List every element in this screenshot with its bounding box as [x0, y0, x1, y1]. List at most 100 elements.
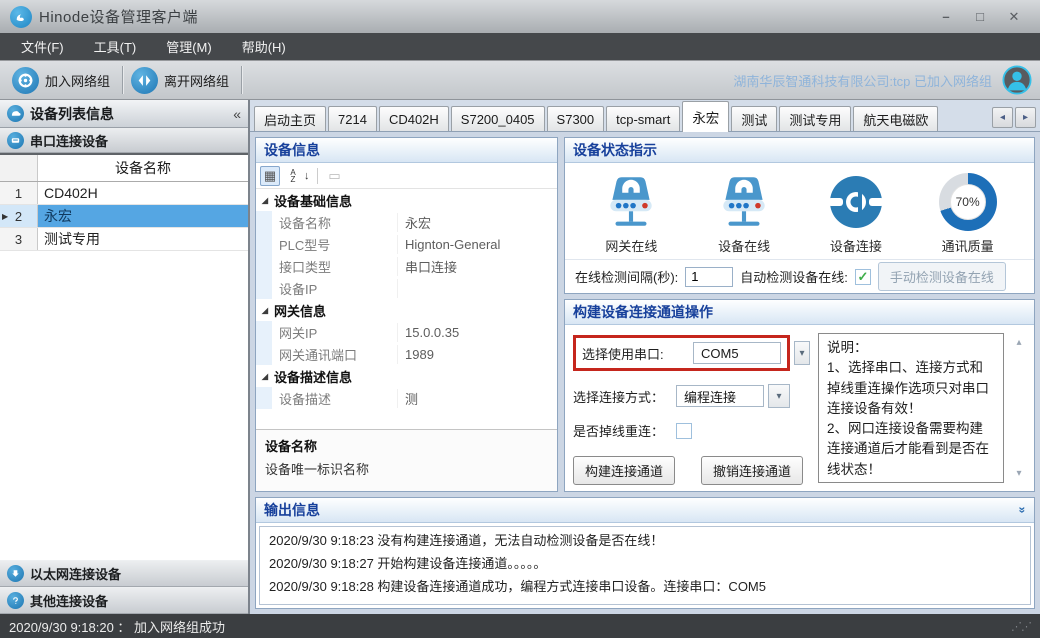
scroll-down-icon[interactable]	[1016, 468, 1021, 479]
connect-mode-combobox[interactable]: 编程连接	[676, 385, 764, 407]
device-name-cell[interactable]: 永宏	[38, 205, 248, 227]
section-serial-devices[interactable]: 串口连接设备	[0, 128, 248, 153]
tab-s7200-0405[interactable]: S7200_0405	[451, 106, 545, 131]
property-value[interactable]: 串口连接	[398, 257, 557, 276]
collapse-triangle-icon[interactable]	[256, 196, 274, 205]
property-label: 设备名称	[272, 213, 398, 232]
manual-detect-button[interactable]: 手动检测设备在线	[878, 262, 1006, 291]
property-label: 设备IP	[272, 279, 398, 298]
serial-port-combobox[interactable]: COM5	[693, 342, 781, 364]
section-ethernet-label: 以太网连接设备	[30, 564, 121, 583]
tab-scroll-left-icon[interactable]	[992, 107, 1013, 128]
device-status-title: 设备状态指示	[573, 140, 657, 160]
tab-yonghong-active[interactable]: 永宏	[682, 101, 729, 132]
minimize-button[interactable]	[930, 6, 962, 28]
group-description-info[interactable]: 设备描述信息	[256, 365, 557, 387]
property-value[interactable]: 1989	[398, 347, 557, 362]
tab-7214[interactable]: 7214	[328, 106, 377, 131]
scroll-up-icon[interactable]	[1016, 337, 1021, 348]
tab-test[interactable]: 测试	[731, 106, 777, 131]
comm-quality-icon: 70%	[939, 170, 997, 234]
serial-port-row: 选择使用串口: COM5	[573, 335, 810, 371]
sort-alphabetical-icon[interactable]	[283, 166, 303, 186]
leave-network-button[interactable]: 离开网络组	[125, 63, 239, 97]
menu-help[interactable]: 帮助(H)	[227, 33, 301, 60]
description-title: 设备名称	[265, 436, 548, 455]
collapse-output-icon[interactable]	[1016, 507, 1030, 514]
device-list-sidebar: 设备列表信息 串口连接设备 设备名称 1 CD402H 2	[0, 100, 250, 614]
property-value[interactable]: Hignton-General	[398, 237, 557, 252]
log-line: 2020/9/30 9:18:28 构建设备连接通道成功，编程方式连接串口设备。…	[269, 576, 1021, 599]
serial-port-dropdown-icon[interactable]	[794, 341, 810, 365]
instructions-scrollbar[interactable]	[1012, 333, 1026, 483]
leave-network-label: 离开网络组	[164, 71, 229, 90]
menu-file[interactable]: 文件(F)	[6, 33, 79, 60]
property-value[interactable]: 永宏	[398, 213, 557, 232]
tab-tcp-smart[interactable]: tcp-smart	[606, 106, 680, 131]
table-row[interactable]: 3 测试专用	[0, 228, 248, 251]
collapse-triangle-icon[interactable]	[256, 372, 274, 381]
comm-quality-indicator: 70% 通讯质量	[939, 170, 997, 255]
menu-tools[interactable]: 工具(T)	[79, 33, 152, 60]
auto-detect-checkbox[interactable]	[855, 269, 871, 285]
property-pages-icon[interactable]	[325, 166, 345, 186]
resize-grip[interactable]	[1011, 620, 1031, 633]
property-label: 接口类型	[272, 257, 398, 276]
tab-cd402h[interactable]: CD402H	[379, 106, 449, 131]
interval-input[interactable]	[685, 267, 733, 287]
window-title: Hinode设备管理客户端	[39, 6, 198, 27]
property-row[interactable]: PLC型号 Hignton-General	[256, 233, 557, 255]
row-number: 1	[0, 182, 38, 204]
tab-scroll-right-icon[interactable]	[1015, 107, 1036, 128]
device-name-cell[interactable]: 测试专用	[38, 228, 248, 250]
collapse-triangle-icon[interactable]	[256, 306, 274, 315]
device-name-cell[interactable]: CD402H	[38, 182, 248, 204]
section-other-devices[interactable]: 其他连接设备	[0, 587, 248, 614]
revoke-channel-button[interactable]: 撤销连接通道	[701, 456, 803, 485]
device-list-icon	[7, 105, 24, 122]
menu-bar: 文件(F) 工具(T) 管理(M) 帮助(H)	[0, 33, 1040, 60]
property-row[interactable]: 网关IP 15.0.0.35	[256, 321, 557, 343]
device-connect-indicator: 设备连接	[828, 170, 884, 255]
tab-s7300[interactable]: S7300	[547, 106, 605, 131]
status-indicators: 网关在线 设备在线	[565, 163, 1034, 260]
categorized-view-icon[interactable]	[260, 166, 280, 186]
device-online-indicator: 设备在线	[715, 170, 773, 255]
property-row[interactable]: 网关通讯端口 1989	[256, 343, 557, 365]
log-line: 2020/9/30 9:18:27 开始构建设备连接通道。。。。。	[269, 553, 1021, 576]
tab-test-dedicated[interactable]: 测试专用	[779, 106, 851, 131]
device-table-header[interactable]: 设备名称	[0, 155, 248, 182]
property-value[interactable]: 测	[398, 389, 557, 408]
section-ethernet-devices[interactable]: 以太网连接设备	[0, 560, 248, 587]
quality-donut: 70%	[939, 173, 997, 231]
user-avatar[interactable]	[1002, 65, 1032, 95]
note-line: 1、选择串口、连接方式和掉线重连操作选项只对串口连接设备有效！	[827, 358, 995, 419]
tab-hangtian[interactable]: 航天电磁欧	[853, 106, 938, 131]
sidebar-collapse-icon[interactable]	[233, 106, 241, 122]
column-device-name: 设备名称	[38, 155, 248, 181]
device-info-header: 设备信息	[256, 138, 557, 163]
tab-home[interactable]: 启动主页	[254, 106, 326, 131]
property-row[interactable]: 设备IP	[256, 277, 557, 299]
group-basic-info[interactable]: 设备基础信息	[256, 189, 557, 211]
table-row[interactable]: 1 CD402H	[0, 182, 248, 205]
output-log[interactable]: 2020/9/30 9:18:23 没有构建连接通道，无法自动检测设备是否在线！…	[259, 526, 1031, 605]
reconnect-checkbox[interactable]	[676, 423, 692, 439]
property-row[interactable]: 设备描述 测	[256, 387, 557, 409]
property-value[interactable]: 15.0.0.35	[398, 325, 557, 340]
output-header: 输出信息	[256, 498, 1034, 523]
connect-mode-dropdown-icon[interactable]	[768, 384, 790, 408]
menu-manage[interactable]: 管理(M)	[151, 33, 227, 60]
maximize-button[interactable]	[964, 6, 996, 28]
build-channel-button[interactable]: 构建连接通道	[573, 456, 675, 485]
main-toolbar: 加入网络组 离开网络组 湖南华辰智通科技有限公司:tcp 已加入网络组	[0, 60, 1040, 100]
close-button[interactable]	[998, 6, 1030, 28]
group-gateway-info[interactable]: 网关信息	[256, 299, 557, 321]
device-status-panel: 设备状态指示 网关在线	[564, 137, 1035, 294]
row-number: 3	[0, 228, 38, 250]
property-row[interactable]: 接口类型 串口连接	[256, 255, 557, 277]
join-network-button[interactable]: 加入网络组	[6, 63, 120, 97]
property-row[interactable]: 设备名称 永宏	[256, 211, 557, 233]
table-row-selected[interactable]: 2 永宏	[0, 205, 248, 228]
status-bar: 2020/9/30 9:18:20 ： 加入网络组成功	[0, 614, 1040, 638]
